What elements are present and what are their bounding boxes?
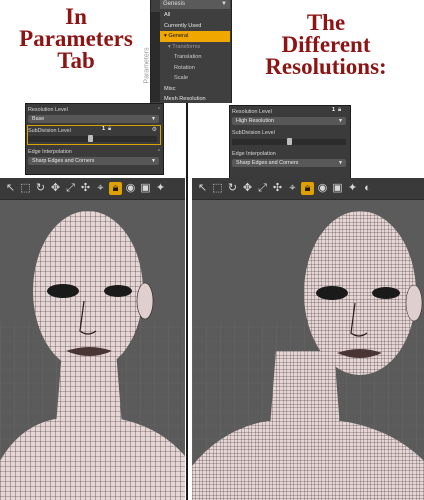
resolution-level-label: Resolution Level: [28, 107, 68, 113]
menu-item-all[interactable]: All: [160, 10, 230, 21]
subdivision-level-label: SubDivision Level: [28, 128, 71, 134]
spot-icon[interactable]: ✦: [346, 182, 359, 195]
menu-item-misc[interactable]: Misc: [160, 84, 230, 95]
headline-different-resolutions: The Different Resolutions:: [236, 10, 416, 79]
figure-select-value: Genesis: [163, 1, 186, 7]
rotate-icon[interactable]: ↻: [226, 182, 239, 195]
universal-icon[interactable]: ✣: [271, 182, 284, 195]
translate-icon[interactable]: ✥: [241, 182, 254, 195]
headline-in-parameters-tab: In Parameters Tab: [6, 4, 146, 73]
menu-item-rotation[interactable]: Rotation: [160, 63, 230, 74]
menu-item-general[interactable]: ▾ General: [160, 31, 230, 42]
options-icon[interactable]: ▫: [158, 106, 160, 112]
subdivision-level-value[interactable]: 1: [332, 107, 335, 113]
scale-icon[interactable]: ⤢: [256, 182, 269, 195]
edge-interpolation-label: Edge Interpolation: [232, 151, 276, 157]
node-select-icon[interactable]: ⬚: [211, 182, 224, 195]
wireframe-figure-base: [0, 211, 185, 500]
figure-select[interactable]: Genesis ▼: [160, 0, 230, 9]
edge-interpolation-value: Sharp Edges and Corners: [236, 160, 299, 166]
subdivision-level-value[interactable]: 1: [102, 126, 105, 132]
resolution-level-value: Base: [32, 116, 45, 122]
headline-line: In: [65, 4, 87, 29]
camera-icon[interactable]: ◉: [124, 182, 137, 195]
spot-icon[interactable]: ✦: [154, 182, 167, 195]
headline-line: Parameters: [19, 26, 133, 51]
slider-knob[interactable]: [88, 135, 93, 142]
subdivision-level-slider[interactable]: [232, 138, 346, 145]
scale-icon[interactable]: ⤢: [64, 182, 77, 195]
resolution-level-select[interactable]: Base ▼: [28, 115, 159, 123]
parameter-group-list: All Currently Used ▾ General ▾ Transform…: [160, 10, 230, 105]
parameters-tab[interactable]: Parameters: [144, 12, 160, 102]
chevron-down-icon: ▼: [221, 1, 227, 7]
right-eye: [104, 285, 132, 297]
joint-icon[interactable]: ⌖: [94, 182, 107, 195]
wireframe-figure-high: [192, 211, 424, 500]
viewport-base-resolution[interactable]: ↖ ⬚ ↻ ✥ ⤢ ✣ ⌖ 🔒︎ ◉ ▣ ✦: [0, 178, 185, 500]
ear: [136, 282, 154, 320]
chevron-down-icon: ▼: [338, 118, 343, 124]
headline-line: The: [306, 10, 346, 35]
headline-line: Different: [281, 32, 371, 57]
universal-icon[interactable]: ✣: [79, 182, 92, 195]
translate-icon[interactable]: ✥: [49, 182, 62, 195]
lock-icon[interactable]: 🔒︎: [301, 182, 314, 195]
menu-item-currently-used[interactable]: Currently Used: [160, 21, 230, 32]
camera-icon[interactable]: ◉: [316, 182, 329, 195]
vertical-divider: [186, 103, 188, 500]
headline-line: Tab: [57, 48, 95, 73]
rotate-icon[interactable]: ↻: [34, 182, 47, 195]
render-icon[interactable]: ▣: [139, 182, 152, 195]
menu-item-translation[interactable]: Translation: [160, 52, 230, 63]
gear-icon[interactable]: ⚙: [152, 126, 157, 133]
edge-interpolation-select[interactable]: Sharp Edges and Corners ▼: [232, 159, 346, 167]
subdivision-level-slider[interactable]: [28, 135, 157, 142]
mesh-resolution-settings-left: Resolution Level ▫ Base ▼ SubDivision Le…: [25, 103, 164, 175]
left-eye: [316, 286, 348, 300]
parameters-menu-panel: Parameters Genesis ▼ All Currently Used …: [144, 0, 232, 105]
chevron-down-icon: ▼: [338, 160, 343, 166]
edge-interpolation-select[interactable]: Sharp Edges and Corners ▼: [28, 157, 159, 165]
joint-icon[interactable]: ⌖: [286, 182, 299, 195]
resolution-level-select[interactable]: High Resolution ▼: [232, 117, 346, 125]
viewport-toolbar: ↖ ⬚ ↻ ✥ ⤢ ✣ ⌖ 🔒︎ ◉ ▣ ✦ ◐: [192, 178, 424, 200]
left-eye: [47, 284, 79, 298]
parameters-tab-label: Parameters: [143, 47, 151, 84]
render-icon[interactable]: ▣: [331, 182, 344, 195]
menu-item-transforms[interactable]: ▾ Transforms: [160, 42, 230, 53]
pointer-icon[interactable]: ↖: [4, 182, 17, 195]
resolution-level-label: Resolution Level: [232, 109, 272, 115]
chevron-down-icon: ▼: [151, 158, 156, 164]
edge-interpolation-value: Sharp Edges and Corners: [32, 158, 95, 164]
menu-item-mesh-resolution[interactable]: Mesh Resolution: [160, 94, 230, 105]
resolution-level-value: High Resolution: [236, 118, 275, 124]
node-select-icon[interactable]: ⬚: [19, 182, 32, 195]
viewport-high-resolution[interactable]: ↖ ⬚ ↻ ✥ ⤢ ✣ ⌖ 🔒︎ ◉ ▣ ✦ ◐: [192, 178, 424, 500]
right-eye: [372, 287, 400, 299]
slider-knob[interactable]: [287, 138, 292, 145]
edge-interpolation-label: Edge Interpolation: [28, 149, 72, 155]
mesh-resolution-settings-right: Resolution Level 1 🔒︎ High Resolution ▼ …: [229, 105, 351, 180]
lock-icon[interactable]: 🔒︎: [108, 126, 111, 133]
chevron-down-icon: ▼: [151, 116, 156, 122]
viewport-toolbar: ↖ ⬚ ↻ ✥ ⤢ ✣ ⌖ 🔒︎ ◉ ▣ ✦: [0, 178, 185, 200]
menu-item-scale[interactable]: Scale: [160, 73, 230, 84]
lock-icon[interactable]: 🔒︎: [109, 182, 122, 195]
options-icon[interactable]: ▫: [158, 148, 160, 154]
ear: [405, 284, 423, 322]
more-icon[interactable]: ◐: [361, 182, 374, 195]
headline-line: Resolutions:: [265, 54, 387, 79]
pointer-icon[interactable]: ↖: [196, 182, 209, 195]
neck-mesh: [270, 351, 340, 427]
subdivision-level-label: SubDivision Level: [232, 130, 275, 136]
lock-icon[interactable]: 🔒︎: [338, 107, 341, 114]
